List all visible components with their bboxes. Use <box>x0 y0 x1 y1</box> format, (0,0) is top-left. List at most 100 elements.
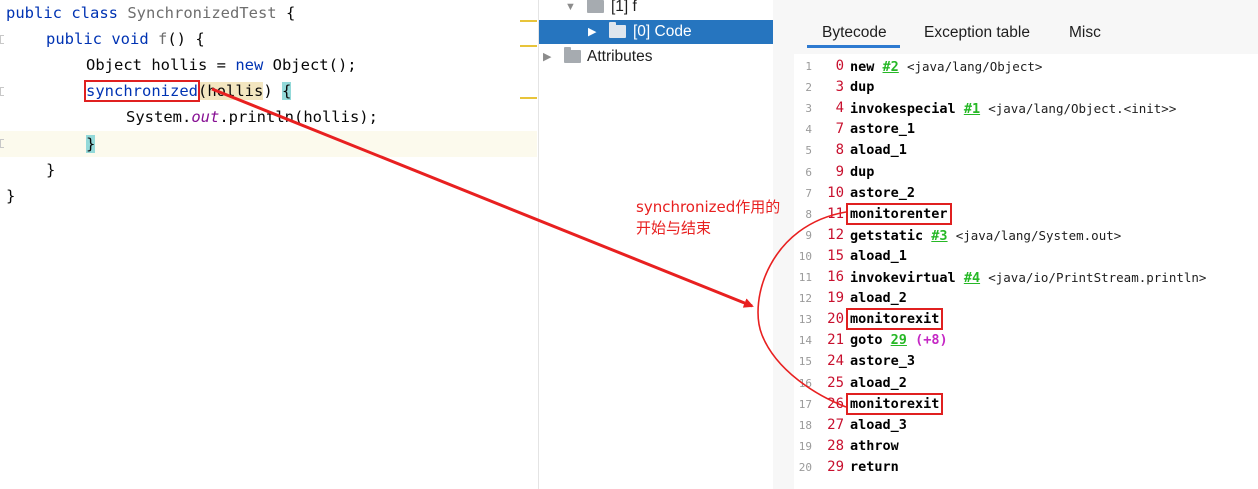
synchronized-keyword: synchronized <box>84 80 200 102</box>
constant-pool-link[interactable]: #2 <box>883 59 899 75</box>
constant-pool-link[interactable]: #4 <box>964 270 980 286</box>
collapsed-arrow-icon[interactable]: ▶ <box>588 20 596 44</box>
instruction: invokevirtual #4 <java/io/PrintStream.pr… <box>850 267 1206 289</box>
highlight-box <box>846 308 943 330</box>
code-line[interactable]: } <box>86 131 96 157</box>
opcode: getstatic <box>850 227 924 244</box>
bytecode-row[interactable]: 12 19 aload_2 <box>794 288 1258 309</box>
bytecode-row[interactable]: 2 3 dup <box>794 77 1258 98</box>
code-line[interactable]: System.out.println(hollis); <box>126 104 378 130</box>
opcode: aload_2 <box>850 374 907 391</box>
code-editor[interactable]: public class SynchronizedTest { public v… <box>0 0 537 489</box>
offset: 24 <box>827 353 844 370</box>
instruction: goto 29 (+8) <box>850 330 948 351</box>
paren-open: ( <box>197 82 208 100</box>
bytecode-row[interactable]: 4 7 astore_1 <box>794 119 1258 140</box>
offset: 27 <box>827 416 844 433</box>
instruction: aload_2 <box>850 288 907 309</box>
operand-comment: <java/lang/Object.<init>> <box>988 101 1177 117</box>
fold-marker[interactable] <box>0 35 4 44</box>
bytecode-row[interactable]: 9 12 getstatic #3 <java/lang/System.out> <box>794 225 1258 246</box>
line-number: 11 <box>798 271 812 284</box>
bytecode-row[interactable]: 20 29 return <box>794 457 1258 478</box>
tree-item-method-f[interactable]: ▼ [1] f <box>539 0 774 19</box>
tab-bytecode[interactable]: Bytecode <box>822 22 887 47</box>
opcode: dup <box>850 163 875 180</box>
bytecode-row[interactable]: 3 4 invokespecial #1 <java/lang/Object.<in… <box>794 98 1258 119</box>
offset: 26 <box>827 395 844 412</box>
constant-pool-link[interactable]: #1 <box>964 101 980 117</box>
constant-pool-link[interactable]: #3 <box>931 228 947 244</box>
offset: 21 <box>827 332 844 349</box>
code-line[interactable]: } <box>46 157 55 183</box>
bytecode-row[interactable]: 14 21 goto 29 (+8) <box>794 330 1258 351</box>
offset: 4 <box>835 100 844 117</box>
offset: 28 <box>827 437 844 454</box>
instruction: dup <box>850 77 874 98</box>
collapsed-arrow-icon[interactable]: ▶ <box>543 45 551 69</box>
line-number: 17 <box>798 397 812 411</box>
opcode: astore_2 <box>850 184 916 201</box>
line-number: 9 <box>805 228 812 242</box>
brace-open-highlight: { <box>282 82 292 100</box>
offset: 29 <box>827 458 844 475</box>
folder-icon <box>609 22 626 38</box>
bytecode-row[interactable]: 11 16 invokevirtual #4 <java/io/PrintStrea… <box>794 267 1258 288</box>
field-out: out <box>191 108 220 126</box>
instruction: return <box>850 457 899 478</box>
instruction: aload_3 <box>850 415 907 436</box>
active-tab-underline <box>807 45 900 48</box>
line-number: 6 <box>805 165 812 179</box>
instruction: getstatic #3 <java/lang/System.out> <box>850 225 1121 247</box>
bytecode-row[interactable]: 5 8 aload_1 <box>794 140 1258 161</box>
code-line[interactable]: Object hollis = new Object(); <box>86 52 357 78</box>
bytecode-row[interactable]: 16 25 aload_2 <box>794 373 1258 394</box>
opcode: invokevirtual <box>850 270 956 286</box>
tree-item-attributes[interactable]: ▶ Attributes <box>539 45 774 69</box>
bytecode-row[interactable]: 7 10 astore_2 <box>794 183 1258 204</box>
bytecode-row[interactable]: 18 27 aload_3 <box>794 415 1258 436</box>
tree-item-code[interactable]: ▶ [0] Code <box>539 20 774 44</box>
offset: 10 <box>827 184 844 201</box>
tab-misc[interactable]: Misc <box>1069 22 1101 47</box>
scrollbar-marker[interactable] <box>520 97 537 99</box>
bytecode-row[interactable]: 19 28 athrow <box>794 436 1258 457</box>
scrollbar-marker[interactable] <box>520 45 537 47</box>
annotation-text: synchronized作用的 开始与结束 <box>636 198 781 237</box>
operand-comment: <java/lang/System.out> <box>955 227 1122 243</box>
offset: 11 <box>827 205 844 222</box>
opcode: dup <box>850 79 875 96</box>
fold-marker[interactable] <box>0 139 4 148</box>
bytecode-list[interactable]: 1 0 new #2 <java/lang/Object> 2 3 dup 3 4 invoke… <box>794 54 1258 489</box>
code-line[interactable]: public void f() { <box>46 26 205 52</box>
offset: 25 <box>827 374 844 391</box>
line-number: 14 <box>798 334 812 348</box>
code-line[interactable]: synchronized(hollis) { <box>84 78 292 104</box>
variable-hollis: hollis <box>207 82 264 100</box>
line-number: 8 <box>805 207 812 221</box>
instruction: invokespecial #1 <java/lang/Object.<init… <box>850 98 1176 120</box>
bytecode-row[interactable]: 15 24 astore_3 <box>794 351 1258 372</box>
bytecode-row[interactable]: 10 15 aload_1 <box>794 246 1258 267</box>
highlight-box <box>846 393 943 415</box>
line-number: 18 <box>798 418 812 432</box>
scrollbar-marker[interactable] <box>520 20 537 22</box>
opcode: astore_1 <box>850 121 916 138</box>
instruction: astore_1 <box>850 119 915 140</box>
expanded-arrow-icon[interactable]: ▼ <box>565 0 576 19</box>
offset: 0 <box>835 58 844 74</box>
tab-exception-table[interactable]: Exception table <box>924 22 1030 47</box>
opcode: aload_1 <box>850 247 907 264</box>
class-name: SynchronizedTest <box>127 4 277 22</box>
fold-marker[interactable] <box>0 87 4 96</box>
class-structure-tree[interactable]: ▼ [1] f ▶ [0] Code ▶ Attributes <box>538 0 774 489</box>
bytecode-row[interactable]: 1 0 new #2 <java/lang/Object> <box>794 56 1258 77</box>
constant-pool-link[interactable]: 29 <box>891 332 907 348</box>
code-line[interactable]: public class SynchronizedTest { <box>6 0 295 26</box>
offset: 19 <box>827 290 844 307</box>
offset: 8 <box>835 142 844 159</box>
code-line[interactable]: } <box>6 183 15 209</box>
bytecode-row[interactable]: 6 9 dup <box>794 162 1258 183</box>
opcode: goto <box>850 332 883 349</box>
line-number: 19 <box>798 439 812 453</box>
